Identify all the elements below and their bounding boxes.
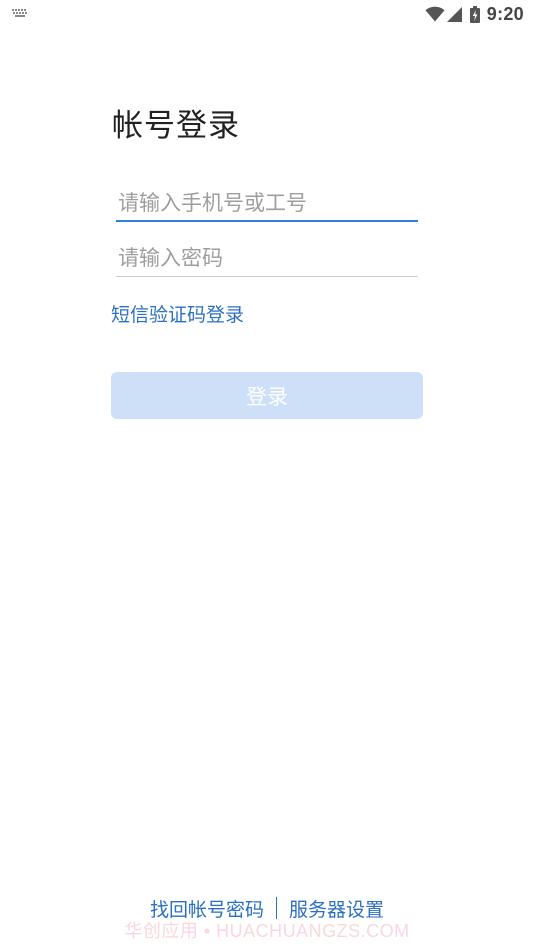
- watermark: 华创应用 • HUACHUANGZS.COM: [124, 921, 410, 941]
- status-icons: 9:20: [425, 3, 524, 25]
- password-input[interactable]: [116, 239, 418, 277]
- account-field-wrapper: [116, 184, 418, 222]
- footer-divider: [276, 897, 277, 919]
- sms-code-login-link[interactable]: 短信验证码登录: [111, 300, 244, 327]
- wifi-icon: [425, 6, 445, 22]
- login-button[interactable]: 登录: [111, 372, 423, 419]
- status-time: 9:20: [486, 3, 524, 24]
- page-title: 帐号登录: [112, 108, 240, 144]
- status-bar: 9:20: [0, 0, 534, 28]
- login-screen: 9:20 帐号登录 短信验证码登录 登录 找回帐号密码 服务器设置 华创应用 •…: [0, 0, 534, 950]
- account-input[interactable]: [116, 184, 418, 222]
- password-field-wrapper: [116, 239, 418, 277]
- battery-charging-icon: [469, 5, 480, 23]
- signal-icon: [446, 6, 462, 22]
- account-input-underline: [116, 220, 418, 222]
- password-input-underline: [116, 276, 418, 277]
- keyboard-icon: [12, 9, 27, 17]
